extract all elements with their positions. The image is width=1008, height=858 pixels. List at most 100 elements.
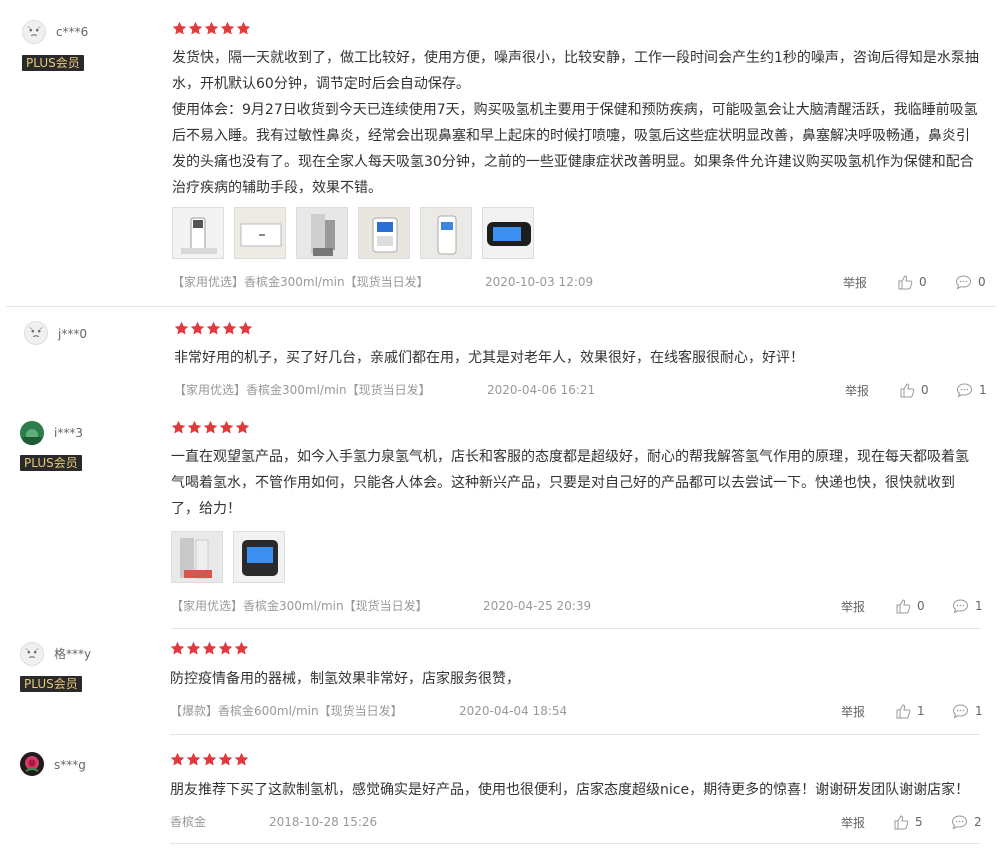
star-icon	[187, 420, 202, 434]
review-photos	[172, 207, 534, 259]
divider	[171, 628, 981, 629]
plus-member-badge: PLUS会员	[20, 676, 82, 692]
comment-bubble-icon	[956, 383, 973, 398]
username[interactable]: s***g	[54, 757, 86, 773]
product-variant: 【家用优选】香槟金300ml/min【现货当日发】	[174, 383, 431, 397]
star-icon	[171, 420, 186, 434]
star-icon	[174, 321, 189, 335]
review-date: 2018-10-28 15:26	[269, 815, 378, 829]
star-icon	[234, 752, 249, 766]
divider	[170, 843, 980, 844]
review-text: 防控疫情备用的器械，制氢效果非常好，店家服务很赞，	[170, 666, 980, 692]
report-button[interactable]: 举报	[845, 382, 869, 400]
like-count: 5	[915, 815, 923, 829]
like-button[interactable]: 1	[895, 702, 925, 720]
comment-bubble-icon	[951, 815, 968, 830]
comment-button[interactable]: 2	[951, 813, 982, 831]
like-count: 0	[917, 599, 925, 613]
review-date: 2020-04-25 20:39	[483, 599, 592, 613]
avatar-icon[interactable]	[24, 321, 48, 345]
review-photo-thumbnail[interactable]	[172, 207, 224, 259]
star-icon	[235, 420, 250, 434]
plus-member-badge: PLUS会员	[20, 455, 82, 471]
avatar-icon[interactable]	[22, 20, 46, 44]
review-photos	[171, 531, 285, 583]
avatar-icon[interactable]	[20, 752, 44, 776]
review-paragraph: 朋友推荐下买了这款制氢机，感觉确实是好产品，使用也很便利，店家态度超级nice，…	[170, 782, 970, 798]
like-button[interactable]: 0	[899, 381, 929, 399]
username[interactable]: i***3	[54, 425, 83, 441]
star-rating	[174, 321, 253, 337]
like-button[interactable]: 5	[893, 813, 923, 831]
avatar-icon[interactable]	[20, 421, 44, 445]
star-rating	[170, 752, 249, 768]
review-photo-thumbnail[interactable]	[171, 531, 223, 583]
like-button[interactable]: 0	[895, 597, 925, 615]
review-photo-thumbnail[interactable]	[233, 531, 285, 583]
comment-count: 1	[979, 383, 987, 397]
review-photo-thumbnail[interactable]	[296, 207, 348, 259]
like-count: 0	[921, 383, 929, 397]
star-icon	[172, 21, 187, 35]
product-variant: 【爆款】香槟金600ml/min【现货当日发】	[170, 704, 403, 718]
product-variant: 香槟金	[170, 815, 207, 829]
star-icon	[190, 321, 205, 335]
star-icon	[170, 752, 185, 766]
like-count: 1	[917, 704, 925, 718]
review-photo-thumbnail[interactable]	[234, 207, 286, 259]
like-count: 0	[919, 275, 927, 289]
report-button[interactable]: 举报	[841, 814, 865, 832]
divider	[170, 734, 980, 735]
comment-button[interactable]: 1	[952, 597, 983, 615]
username[interactable]: 格***y	[54, 646, 91, 662]
avatar-icon[interactable]	[20, 642, 44, 666]
star-icon	[234, 641, 249, 655]
star-icon	[218, 752, 233, 766]
like-button[interactable]: 0	[897, 273, 927, 291]
star-icon	[219, 420, 234, 434]
comment-button[interactable]: 0	[955, 273, 986, 291]
star-icon	[202, 752, 217, 766]
thumbs-up-icon	[898, 275, 913, 290]
star-icon	[203, 420, 218, 434]
review-date: 2020-04-04 18:54	[459, 704, 568, 718]
star-icon	[206, 321, 221, 335]
review-photo-thumbnail[interactable]	[358, 207, 410, 259]
star-icon	[238, 321, 253, 335]
thumbs-up-icon	[894, 815, 909, 830]
comment-count: 0	[978, 275, 986, 289]
review-text: 发货快，隔一天就收到了，做工比较好，使用方便，噪声很小，比较安静，工作一段时间会…	[172, 45, 982, 201]
comment-count: 1	[975, 704, 983, 718]
review-photo-thumbnail[interactable]	[420, 207, 472, 259]
comment-button[interactable]: 1	[952, 702, 983, 720]
review-text: 非常好用的机子，买了好几台，亲戚们都在用，尤其是对老年人，效果很好，在线客服很耐…	[174, 345, 984, 371]
star-icon	[188, 21, 203, 35]
review-paragraph: 防控疫情备用的器械，制氢效果非常好，店家服务很赞，	[170, 671, 520, 687]
star-icon	[170, 641, 185, 655]
star-icon	[218, 641, 233, 655]
thumbs-up-icon	[896, 704, 911, 719]
review-paragraph: 一直在观望氢产品，如今入手氢力泉氢气机，店长和客服的态度都是超级好，耐心的帮我解…	[171, 449, 969, 517]
report-button[interactable]: 举报	[843, 274, 867, 292]
star-rating	[170, 641, 249, 657]
star-icon	[222, 321, 237, 335]
review-paragraph: 非常好用的机子，买了好几台，亲戚们都在用，尤其是对老年人，效果很好，在线客服很耐…	[174, 350, 804, 366]
star-icon	[186, 752, 201, 766]
username[interactable]: c***6	[56, 24, 88, 40]
username[interactable]: j***0	[58, 326, 87, 342]
product-variant: 【家用优选】香槟金300ml/min【现货当日发】	[171, 599, 428, 613]
comment-bubble-icon	[952, 599, 969, 614]
product-variant: 【家用优选】香槟金300ml/min【现货当日发】	[172, 275, 429, 289]
report-button[interactable]: 举报	[841, 598, 865, 616]
divider	[6, 306, 996, 307]
report-button[interactable]: 举报	[841, 703, 865, 721]
review-text: 一直在观望氢产品，如今入手氢力泉氢气机，店长和客服的态度都是超级好，耐心的帮我解…	[171, 444, 981, 522]
comment-count: 1	[975, 599, 983, 613]
review-photo-thumbnail[interactable]	[482, 207, 534, 259]
star-rating	[172, 21, 251, 37]
comment-button[interactable]: 1	[956, 381, 987, 399]
thumbs-up-icon	[896, 599, 911, 614]
star-icon	[204, 21, 219, 35]
star-icon	[186, 641, 201, 655]
comment-bubble-icon	[952, 704, 969, 719]
